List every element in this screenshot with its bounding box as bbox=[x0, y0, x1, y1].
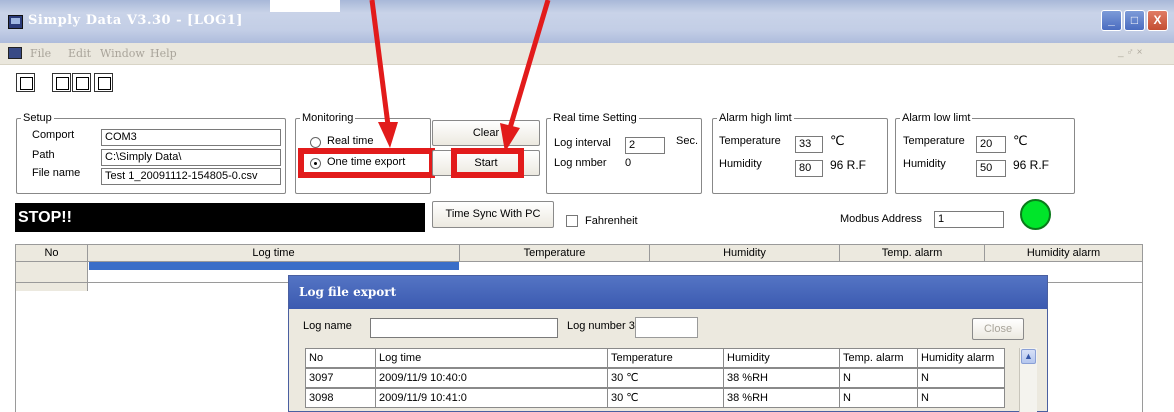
grid-col-temp-alarm[interactable]: Temp. alarm bbox=[840, 245, 985, 261]
dialog-scrollbar[interactable]: ▲ bbox=[1019, 348, 1037, 412]
cell-no: 3098 bbox=[306, 389, 376, 407]
dialog-col-humidity[interactable]: Humidity bbox=[724, 349, 840, 367]
connection-status-lamp bbox=[1020, 199, 1051, 230]
cell-temperature: 30 ℃ bbox=[608, 389, 724, 407]
log-export-dialog: Log file export Log name Log number 3106… bbox=[288, 275, 1048, 412]
dialog-close-button[interactable]: Close bbox=[972, 318, 1024, 340]
log-number-box bbox=[635, 317, 698, 338]
grid-col-temperature[interactable]: Temperature bbox=[460, 245, 650, 261]
row-header-cell bbox=[16, 262, 88, 282]
modbus-address-field[interactable]: 1 bbox=[934, 211, 1004, 228]
grid-col-humidity-alarm[interactable]: Humidity alarm bbox=[985, 245, 1142, 261]
arrow-head-left bbox=[378, 122, 398, 148]
data-grid-header: No Log time Temperature Humidity Temp. a… bbox=[15, 244, 1143, 262]
dialog-title: Log file export bbox=[289, 276, 1047, 309]
cell-temp-alarm: N bbox=[840, 369, 918, 387]
cell-temperature: 30 ℃ bbox=[608, 369, 724, 387]
time-sync-button[interactable]: Time Sync With PC bbox=[432, 201, 554, 228]
arrow-shaft-right bbox=[507, 0, 551, 129]
fahrenheit-checkbox[interactable] bbox=[566, 215, 578, 227]
scroll-up-arrow-icon[interactable]: ▲ bbox=[1021, 349, 1036, 364]
dialog-col-no[interactable]: No bbox=[306, 349, 376, 367]
dialog-table-header: No Log time Temperature Humidity Temp. a… bbox=[305, 348, 1005, 368]
cell-humidity-alarm: N bbox=[921, 392, 929, 404]
cell-no: 3097 bbox=[306, 369, 376, 387]
modbus-label: Modbus Address bbox=[840, 213, 922, 225]
dialog-col-humidity-alarm[interactable]: Humidity alarm bbox=[918, 349, 1004, 367]
dialog-col-temperature[interactable]: Temperature bbox=[608, 349, 724, 367]
fahrenheit-label: Fahrenheit bbox=[585, 215, 638, 227]
grid-col-humidity[interactable]: Humidity bbox=[650, 245, 840, 261]
status-row: STOP!! Time Sync With PC Fahrenheit Modb… bbox=[0, 199, 1174, 239]
arrow-shaft-left bbox=[369, 0, 391, 126]
table-row[interactable]: 3098 2009/11/9 10:41:0 30 ℃ 38 %RH N N bbox=[305, 388, 1005, 408]
selected-cell[interactable] bbox=[89, 262, 459, 270]
table-row[interactable]: 3097 2009/11/9 10:40:0 30 ℃ 38 %RH N N bbox=[305, 368, 1005, 388]
dialog-col-logtime[interactable]: Log time bbox=[376, 349, 608, 367]
row-header-cell bbox=[16, 283, 88, 291]
log-name-label: Log name bbox=[303, 320, 352, 332]
cell-humidity-alarm: N bbox=[921, 372, 929, 384]
status-display: STOP!! bbox=[15, 203, 425, 232]
grid-col-no[interactable]: No bbox=[16, 245, 88, 261]
cell-humidity: 38 %RH bbox=[724, 389, 840, 407]
log-name-field[interactable] bbox=[370, 318, 558, 338]
cell-temp-alarm: N bbox=[840, 389, 918, 407]
cell-humidity: 38 %RH bbox=[724, 369, 840, 387]
cell-logtime: 2009/11/9 10:41:0 bbox=[376, 389, 608, 407]
cell-logtime: 2009/11/9 10:40:0 bbox=[376, 369, 608, 387]
dialog-col-temp-alarm[interactable]: Temp. alarm bbox=[840, 349, 918, 367]
arrow-head-right bbox=[500, 123, 520, 152]
grid-col-logtime[interactable]: Log time bbox=[88, 245, 460, 261]
